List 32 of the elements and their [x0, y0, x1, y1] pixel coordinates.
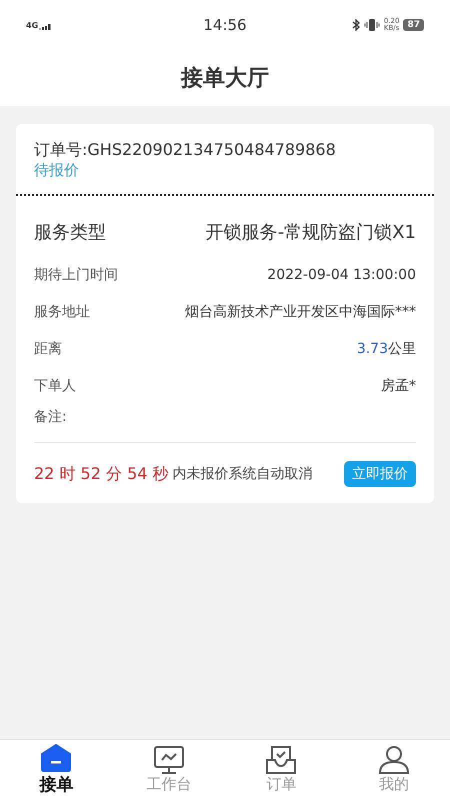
signal-icon	[39, 22, 54, 30]
field-label: 距离	[34, 340, 62, 358]
countdown: 22 时 52 分 54 秒	[34, 464, 169, 484]
inbox-check-icon	[265, 746, 298, 774]
field-value: 烟台高新技术产业开发区中海国际***	[185, 302, 416, 320]
field-value: 房孟*	[381, 376, 416, 394]
field-label: 服务类型	[34, 221, 106, 244]
field-label: 下单人	[34, 376, 76, 394]
field-label: 服务地址	[34, 302, 90, 320]
distance-unit: 公里	[388, 340, 416, 356]
order-number: 订单号:GHS220902134750484789868	[34, 140, 337, 161]
battery-level: 87	[403, 19, 424, 31]
page-title: 接单大厅	[180, 65, 270, 93]
bluetooth-icon	[352, 19, 360, 31]
field-label: 备注:	[34, 408, 67, 426]
user-icon	[378, 746, 410, 774]
nav-tab[interactable]: 接单	[0, 740, 112, 800]
clock: 14:56	[203, 16, 247, 34]
monitor-chart-icon	[152, 746, 185, 774]
network-label: 4G	[26, 20, 38, 30]
order-status: 待报价	[34, 161, 80, 180]
nav-tab[interactable]: 工作台	[112, 740, 225, 800]
quote-button[interactable]: 立即报价	[344, 461, 416, 487]
distance-value: 3.73	[356, 340, 388, 356]
nav-tab[interactable]: 我的	[338, 740, 450, 800]
cancel-notice: 内未报价系统自动取消	[172, 465, 314, 483]
field-label: 期待上门时间	[34, 266, 118, 284]
field-value: 开锁服务-常规防盗门锁X1	[206, 221, 416, 244]
home-icon	[40, 744, 72, 772]
field-value: 2022-09-04 13:00:00	[267, 266, 416, 282]
nav-tab[interactable]: 订单	[225, 740, 338, 800]
vibrate-icon	[364, 19, 380, 31]
